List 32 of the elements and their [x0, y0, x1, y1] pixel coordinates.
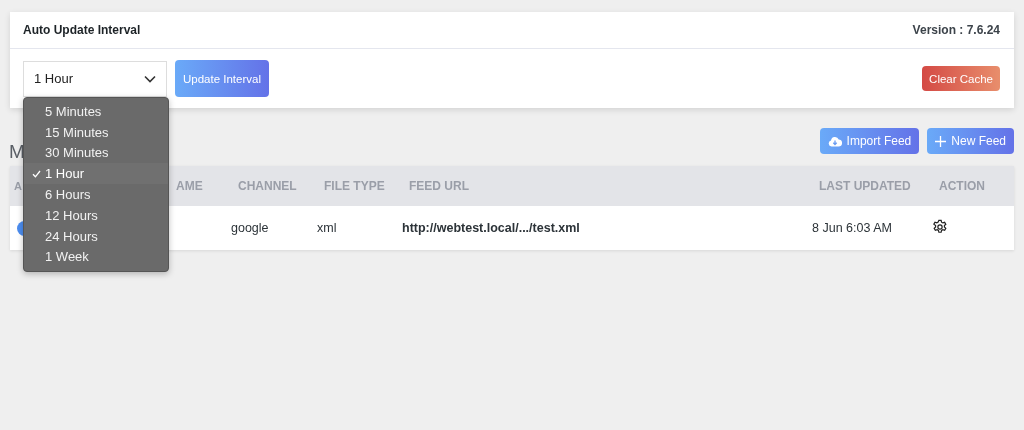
- checkmark-icon: [32, 169, 41, 178]
- chevron-down-icon: [144, 74, 156, 83]
- column-header: FEED URL: [409, 179, 469, 193]
- dropdown-option[interactable]: 6 Hours: [24, 184, 168, 205]
- import-feed-button[interactable]: Import Feed: [819, 128, 920, 154]
- table-cell: google: [231, 221, 269, 235]
- clear-cache-button[interactable]: Clear Cache: [922, 66, 1000, 91]
- dropdown-option[interactable]: 30 Minutes: [24, 142, 168, 164]
- table-cell: xml: [317, 221, 337, 235]
- card-title: Auto Update Interval: [23, 23, 141, 37]
- column-header: ACTION: [939, 179, 985, 193]
- column-header: FILE TYPE: [324, 179, 385, 193]
- column-header: A: [14, 180, 22, 192]
- dropdown-option[interactable]: 5 Minutes: [24, 101, 168, 122]
- new-feed-button[interactable]: New Feed: [927, 128, 1014, 154]
- update-interval-button[interactable]: Update Interval: [175, 60, 269, 97]
- interval-select[interactable]: 1 Hour: [23, 60, 167, 97]
- table-cell: 8 Jun 6:03 AM: [812, 221, 892, 235]
- table-cell: http://webtest.local/.../test.xml: [402, 221, 580, 235]
- settings-icon[interactable]: [932, 218, 948, 235]
- plus-icon: [935, 135, 947, 147]
- page-heading: M: [9, 141, 25, 163]
- dropdown-option[interactable]: 1 Hour: [24, 163, 168, 185]
- dropdown-option[interactable]: 1 Week: [24, 246, 168, 268]
- cloud-download-icon: [827, 135, 842, 147]
- dropdown-option[interactable]: 24 Hours: [24, 225, 168, 247]
- dropdown-option[interactable]: 15 Minutes: [24, 121, 168, 143]
- column-header: LAST UPDATED: [819, 179, 911, 193]
- column-header: CHANNEL: [238, 179, 297, 193]
- dropdown-option[interactable]: 12 Hours: [24, 205, 168, 226]
- column-header: AME: [176, 179, 203, 193]
- version-label: Version : 7.6.24: [912, 23, 1000, 37]
